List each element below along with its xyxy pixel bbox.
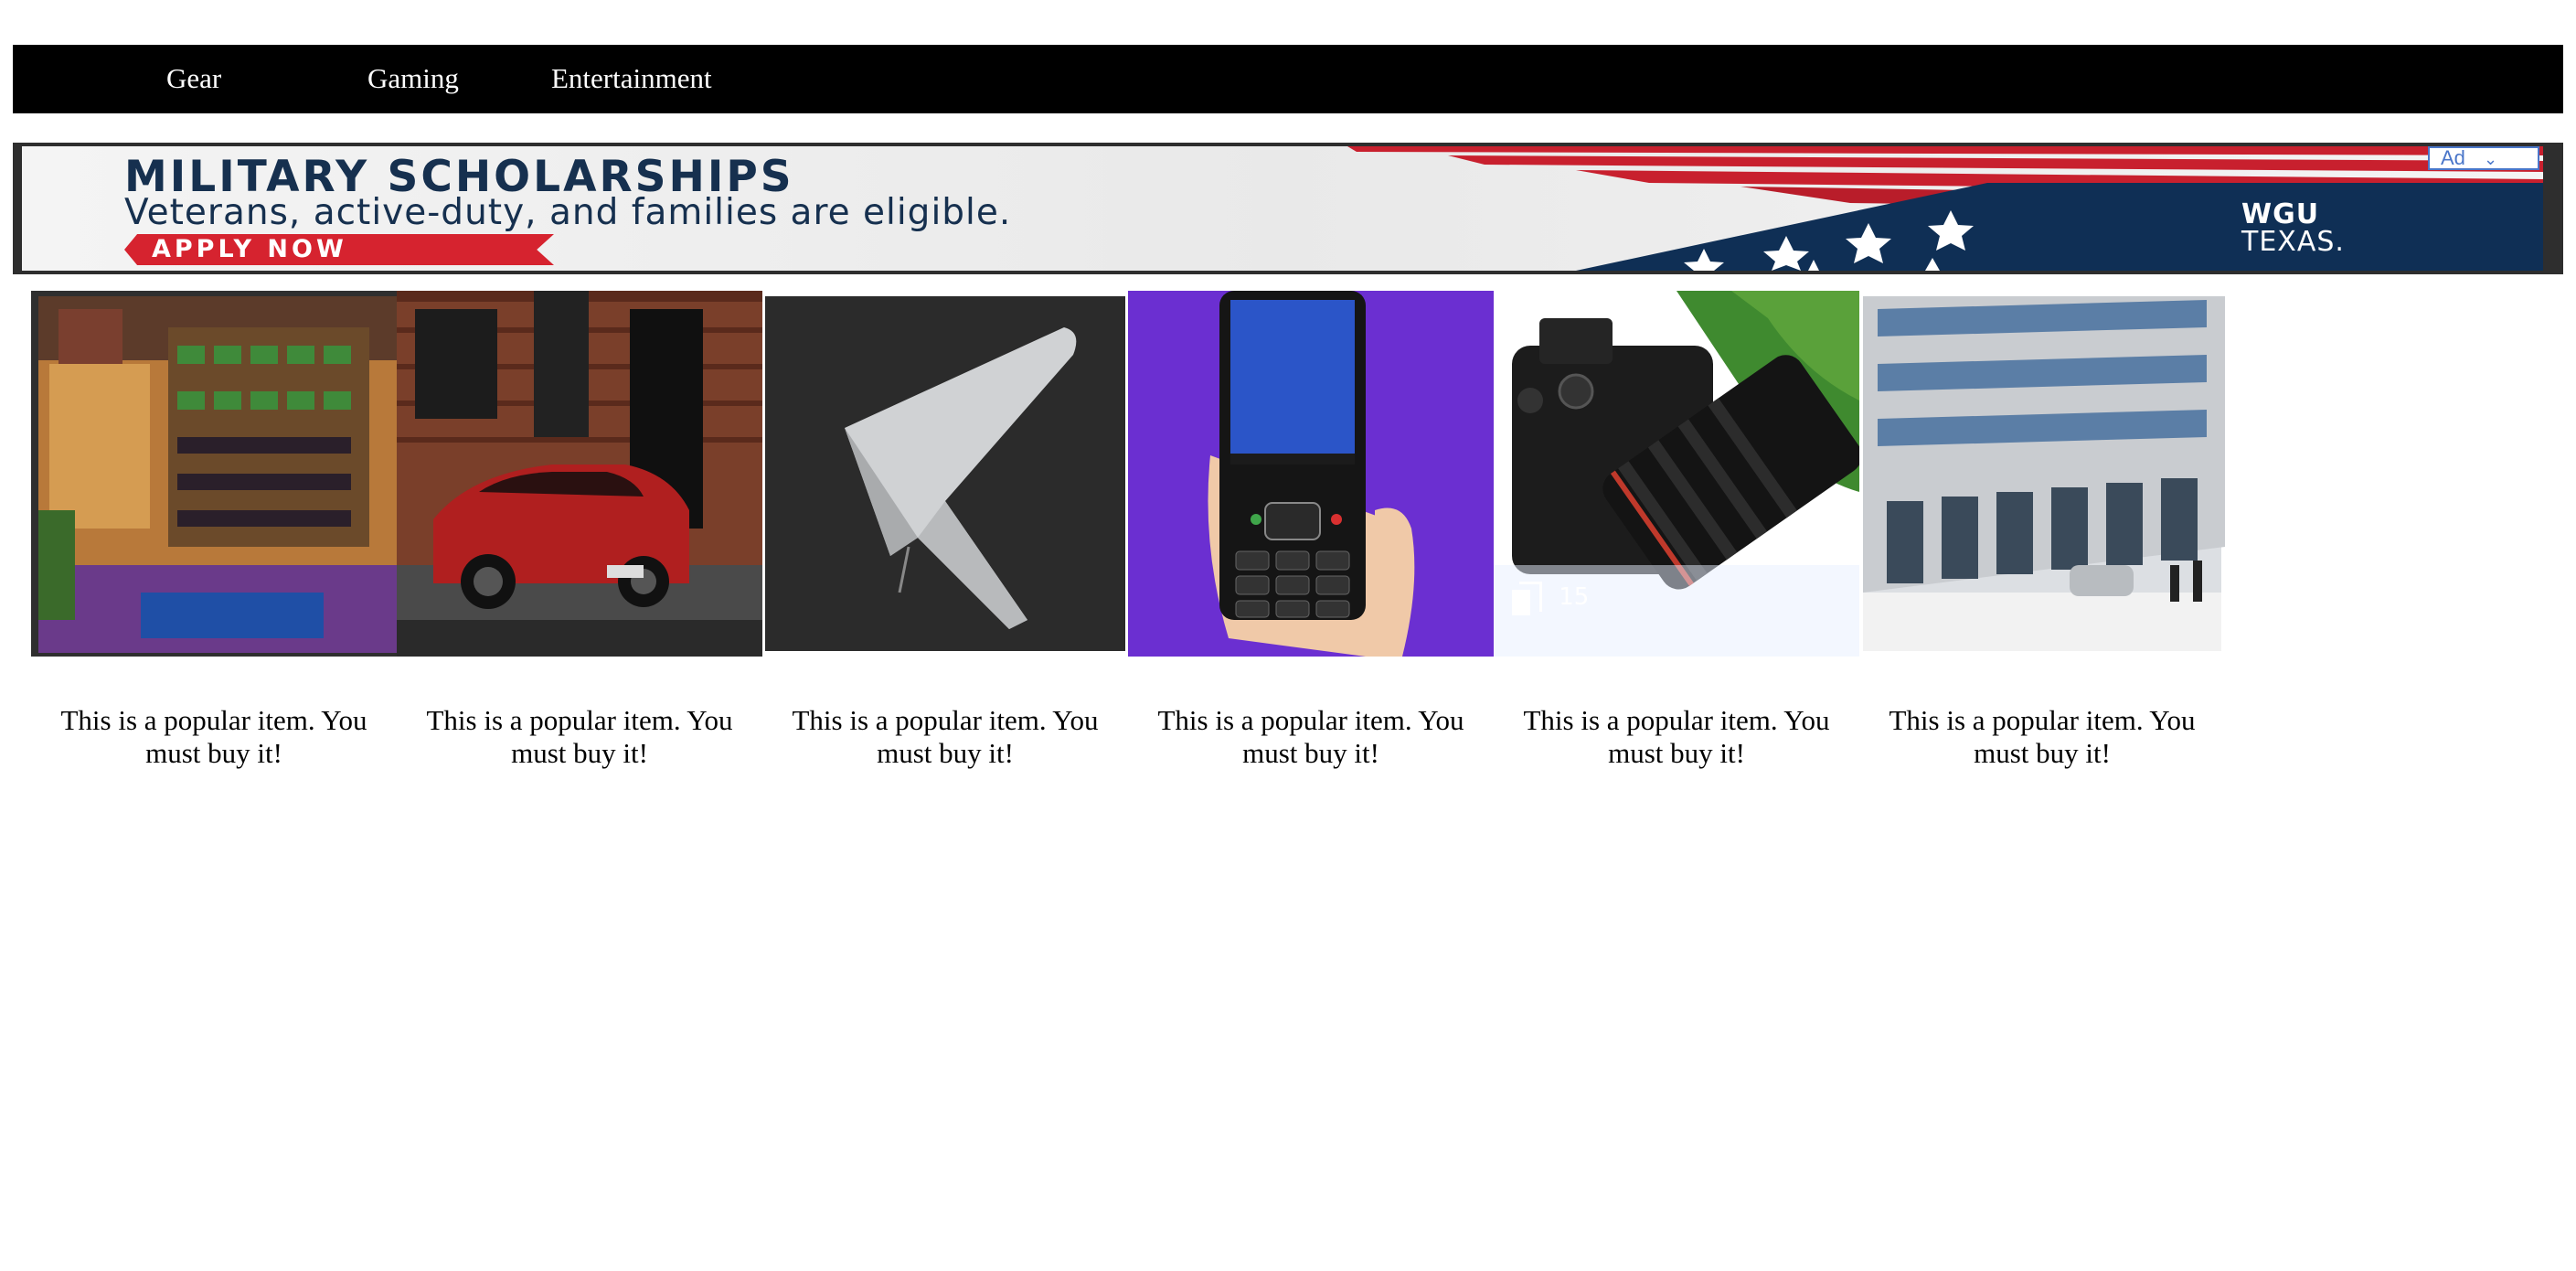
- product-caption: This is a popular item. You must buy it!: [1157, 704, 1464, 769]
- product-caption: This is a popular item. You must buy it!: [60, 704, 367, 769]
- product-card[interactable]: This is a popular item. You must buy it!: [397, 291, 762, 794]
- product-card[interactable]: This is a popular item. You must buy it!: [31, 291, 397, 794]
- product-caption: This is a popular item. You must buy it!: [1523, 704, 1830, 769]
- apply-now-button[interactable]: APPLY NOW: [124, 234, 554, 265]
- ad-subline: Veterans, active-duty, and families are …: [124, 192, 1012, 233]
- ad-brand-name: WGU: [2241, 198, 2320, 230]
- product-image-drone[interactable]: [762, 291, 1128, 657]
- ad-badge-label: Ad: [2441, 146, 2465, 169]
- product-card[interactable]: This is a popular item. You must buy it!: [1128, 291, 1494, 794]
- nav-item-gear[interactable]: Gear: [166, 45, 221, 113]
- product-card[interactable]: 15 This is a popular item. You must buy …: [1494, 291, 1859, 794]
- top-nav-bar: Gear Gaming Entertainment: [13, 45, 2563, 113]
- product-image-phone[interactable]: [1128, 291, 1494, 657]
- ad-banner[interactable]: MILITARY SCHOLARSHIPS Veterans, active-d…: [13, 143, 2563, 274]
- ad-banner-content[interactable]: MILITARY SCHOLARSHIPS Veterans, active-d…: [22, 146, 2543, 271]
- product-card[interactable]: This is a popular item. You must buy it!: [1859, 291, 2225, 794]
- product-caption: This is a popular item. You must buy it!: [1889, 704, 2196, 769]
- product-image-red-car[interactable]: [397, 291, 762, 657]
- photo-count: 15: [1559, 582, 1590, 611]
- gallery-count-overlay: 15: [1512, 582, 1590, 615]
- product-image-camera[interactable]: 15: [1494, 291, 1859, 657]
- wgu-texas-logo[interactable]: WGU TEXAS.: [2241, 201, 2345, 256]
- ad-choices-badge[interactable]: Ad ⌄: [2428, 146, 2539, 170]
- product-image-farm-game[interactable]: [31, 291, 397, 657]
- product-image-building[interactable]: [1859, 291, 2225, 657]
- product-caption: This is a popular item. You must buy it!: [792, 704, 1099, 769]
- product-caption: This is a popular item. You must buy it!: [426, 704, 733, 769]
- nav-item-gaming[interactable]: Gaming: [367, 45, 459, 113]
- nav-item-entertainment[interactable]: Entertainment: [551, 45, 712, 113]
- photos-stack-icon: [1512, 582, 1542, 615]
- ad-brand-region: TEXAS.: [2241, 226, 2345, 258]
- product-card[interactable]: This is a popular item. You must buy it!: [762, 291, 1128, 794]
- chevron-down-icon: ⌄: [2484, 150, 2498, 168]
